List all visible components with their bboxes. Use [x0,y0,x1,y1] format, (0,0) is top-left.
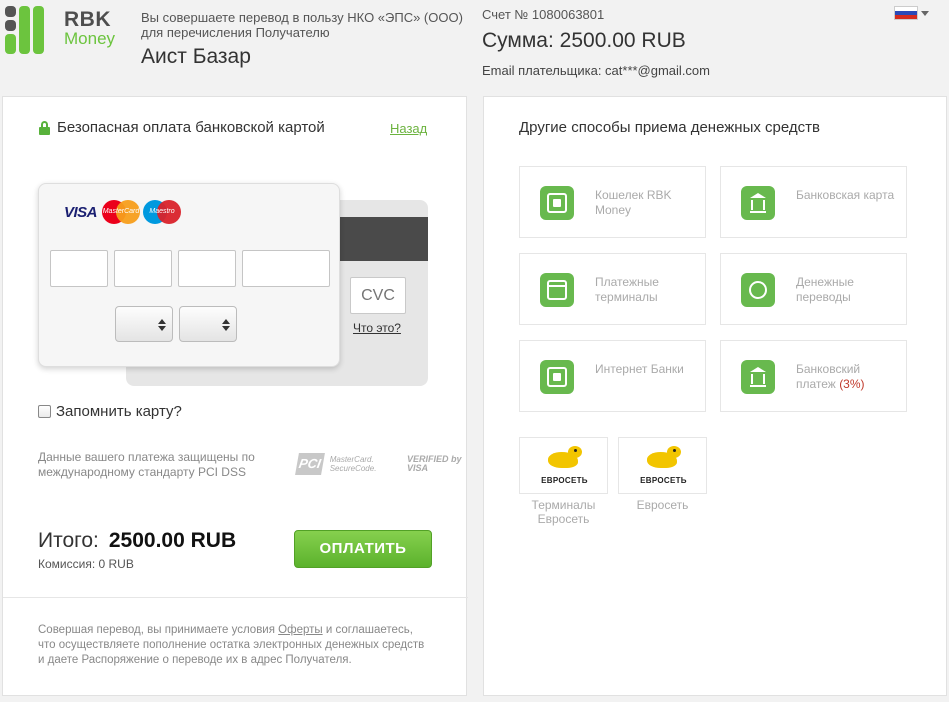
recipient-name: Аист Базар [141,45,251,68]
recipient-description: Вы совершаете перевод в пользу НКО «ЭПС»… [141,10,463,40]
method-label: Банковский платеж (3%) [796,362,901,392]
method-label: Банковская карта [796,188,895,202]
remember-card-label: Запомнить карту? [56,403,182,420]
terms-text: Совершая перевод, вы принимаете условия … [38,623,433,668]
terms-before: Совершая перевод, вы принимаете условия [38,624,279,636]
wallet-icon [540,186,574,220]
euroset-brand: ЕВРОСЕТЬ [640,476,687,485]
header: RBK Money Вы совершаете перевод в пользу… [0,0,949,96]
other-methods-title: Другие способы приема денежных средств [519,119,820,136]
method-internet-banks[interactable]: Интернет Банки [519,340,706,412]
euroset-logo-icon [643,446,685,474]
payment-amount: Сумма: 2500.00 RUB [482,29,686,52]
method-rbk-wallet[interactable]: Кошелек RBK Money [519,166,706,238]
invoice-number: Счет № 1080063801 [482,7,605,22]
card-number-part-1[interactable] [50,250,108,287]
euroset-brand: ЕВРОСЕТЬ [541,476,588,485]
expiry-year-select[interactable] [179,306,237,342]
total-value: 2500.00 RUB [108,529,237,552]
security-logos: PCI MasterCard. SecureCode. VERIFIED by … [295,453,466,475]
visa-logo-icon: VISA [64,203,98,221]
secure-payment-label: Безопасная оплата банковской картой [57,119,325,136]
terminal-icon [540,273,574,307]
offer-link[interactable]: Оферты [278,624,322,636]
commission: Комиссия: 0 RUB [38,557,134,571]
euroset-logo-icon [544,446,586,474]
method-bank-payment[interactable]: Банковский платеж (3%) [720,340,907,412]
pci-logo-icon: PCI [295,453,325,475]
safe-icon [540,360,574,394]
method-euroset[interactable]: ЕВРОСЕТЬ [618,437,707,494]
euroset-terminals-label: Терминалы Евросеть [531,498,596,526]
card-front: VISA MasterCard Maestro [38,183,340,367]
expiry-month-select[interactable] [115,306,173,342]
remember-card[interactable]: Запомнить карту? [38,403,182,420]
payer-email: Email плательщика: cat***@gmail.com [482,63,710,78]
logo-money: Money [64,29,116,48]
cvc-help-link[interactable]: Что это? [353,321,401,335]
method-money-transfers[interactable]: Денежные переводы [720,253,907,325]
bank-icon [741,186,775,220]
lock-icon [39,120,50,135]
mastercard-logo-icon: MasterCard [102,200,141,224]
verified-by-visa-icon: VERIFIED by VISA [407,454,462,473]
method-label: Интернет Банки [595,362,684,376]
bank-icon [741,360,775,394]
back-link[interactable]: Назад [390,121,427,136]
card-number-part-2[interactable] [114,250,172,287]
select-arrows-icon [222,319,230,331]
pay-button[interactable]: ОПЛАТИТЬ [294,530,432,568]
method-euroset-terminals[interactable]: ЕВРОСЕТЬ [519,437,608,494]
maestro-logo-icon: Maestro [143,200,182,224]
maestro-label: Maestro [149,208,175,215]
remember-card-checkbox[interactable] [38,405,51,418]
language-dropdown-icon[interactable] [921,11,929,16]
logo-text: RBK Money [64,8,116,48]
card-brand-logos: VISA MasterCard Maestro [64,200,182,224]
cvc-input[interactable] [350,277,406,314]
method-label: Платежные терминалы [595,275,659,304]
russian-flag-icon[interactable] [894,6,918,20]
card-number-part-4[interactable] [242,250,330,287]
divider [3,597,468,598]
euroset-label: Евросеть [636,498,689,512]
logo-rbk: RBK [64,8,111,31]
method-terminals[interactable]: Платежные терминалы [519,253,706,325]
method-label: Денежные переводы [796,275,854,304]
pci-dss-notice: Данные вашего платежа защищены по междун… [38,450,255,479]
mastercard-securecode-icon: MasterCard. SecureCode. [329,455,377,473]
commission-percent: (3%) [839,377,865,391]
total-label: Итого: [38,529,99,552]
rbk-logo-icon [5,6,44,54]
total-row: Итого: 2500.00 RUB [38,529,236,553]
card-payment-panel: Безопасная оплата банковской картой Наза… [2,96,468,696]
card-number-part-3[interactable] [178,250,236,287]
other-methods-panel: Другие способы приема денежных средств К… [483,96,947,696]
secure-payment-title: Безопасная оплата банковской картой [39,119,325,136]
method-bank-card[interactable]: Банковская карта [720,166,907,238]
select-arrows-icon [158,319,166,331]
transfer-icon [741,273,775,307]
mastercard-label: MasterCard [102,208,140,215]
method-label: Кошелек RBK Money [595,188,672,217]
